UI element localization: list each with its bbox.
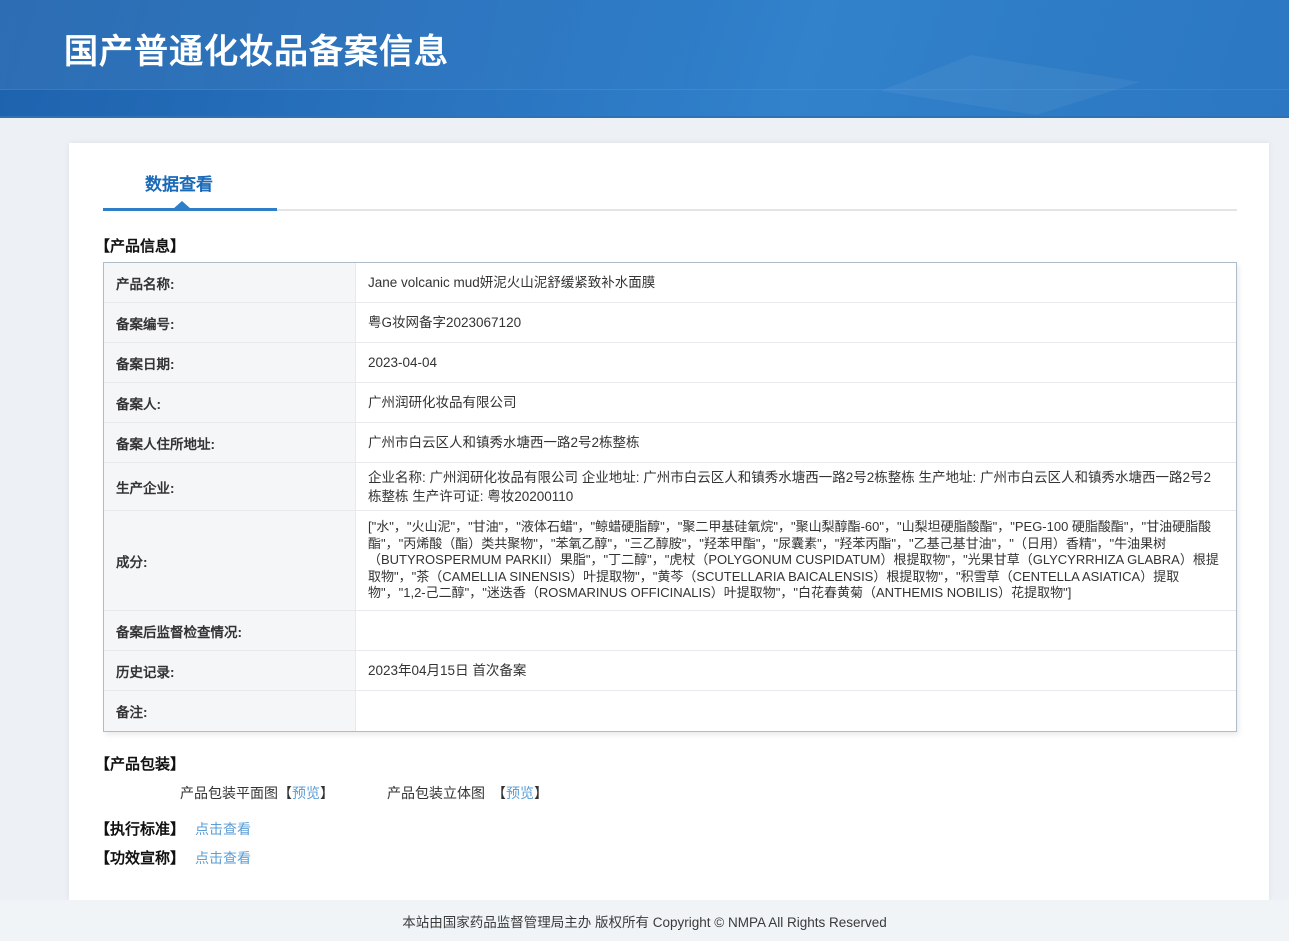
- row-label: 备案编号:: [104, 303, 356, 342]
- packaging-stereo-preview-link[interactable]: 预览: [506, 785, 534, 801]
- bracket-close: 】: [320, 785, 334, 801]
- tab-arrow-icon: [173, 201, 191, 209]
- claims-view-link[interactable]: 点击查看: [195, 850, 251, 866]
- packaging-stereo-label: 产品包装立体图: [387, 785, 485, 801]
- page-title: 国产普通化妆品备案信息: [64, 24, 449, 73]
- table-row: 历史记录: 2023年04月15日 首次备案: [104, 651, 1236, 691]
- section-title-product-info: 【产品信息】: [95, 235, 185, 256]
- content-card: 数据查看 【产品信息】 产品名称: Jane volcanic mud妍泥火山泥…: [69, 143, 1269, 900]
- page: 国产普通化妆品备案信息 数据查看 【产品信息】 产品名称: Jane volca…: [0, 0, 1289, 941]
- row-label: 备案人住所地址:: [104, 423, 356, 462]
- claims-row: 【功效宣称】点击查看: [95, 847, 251, 868]
- section-title-claims: 【功效宣称】: [95, 850, 185, 867]
- row-value: 2023年04月15日 首次备案: [356, 651, 1236, 690]
- section-title-packaging: 【产品包装】: [95, 753, 185, 774]
- packaging-flat-preview-link[interactable]: 预览: [292, 785, 320, 801]
- section-title-standard: 【执行标准】: [95, 821, 185, 838]
- footer-copyright-text: 本站由国家药品监督管理局主办 版权所有 Copyright © NMPA All…: [402, 911, 887, 931]
- row-value: 广州润研化妆品有限公司: [356, 383, 1236, 422]
- tab-data-view[interactable]: 数据查看: [145, 170, 213, 195]
- product-info-table: 产品名称: Jane volcanic mud妍泥火山泥舒缓紧致补水面膜 备案编…: [103, 262, 1237, 732]
- row-value: ["水"，"火山泥"，"甘油"，"液体石蜡"，"鲸蜡硬脂醇"，"聚二甲基硅氧烷"…: [356, 511, 1236, 610]
- table-row: 备案编号: 粤G妆网备字2023067120: [104, 303, 1236, 343]
- bracket-close: 】: [534, 785, 548, 801]
- table-row: 产品名称: Jane volcanic mud妍泥火山泥舒缓紧致补水面膜: [104, 263, 1236, 303]
- table-row: 备案人住所地址: 广州市白云区人和镇秀水塘西一路2号2栋整栋: [104, 423, 1236, 463]
- table-row: 备案后监督检查情况:: [104, 611, 1236, 651]
- row-value: [356, 691, 1236, 731]
- row-label: 备案后监督检查情况:: [104, 611, 356, 650]
- row-value: 广州市白云区人和镇秀水塘西一路2号2栋整栋: [356, 423, 1236, 462]
- table-row: 备注:: [104, 691, 1236, 731]
- row-label: 备注:: [104, 691, 356, 731]
- row-label: 历史记录:: [104, 651, 356, 690]
- row-label: 生产企业:: [104, 463, 356, 510]
- bracket-open: 【: [492, 785, 506, 801]
- row-label: 备案日期:: [104, 343, 356, 382]
- standard-row: 【执行标准】点击查看: [95, 818, 251, 839]
- table-row: 备案人: 广州润研化妆品有限公司: [104, 383, 1236, 423]
- row-value: 粤G妆网备字2023067120: [356, 303, 1236, 342]
- row-value: 2023-04-04: [356, 343, 1236, 382]
- page-header: 国产普通化妆品备案信息: [0, 0, 1289, 118]
- table-row: 成分: ["水"，"火山泥"，"甘油"，"液体石蜡"，"鲸蜡硬脂醇"，"聚二甲基…: [104, 511, 1236, 611]
- row-value: Jane volcanic mud妍泥火山泥舒缓紧致补水面膜: [356, 263, 1236, 302]
- table-row: 生产企业: 企业名称: 广州润研化妆品有限公司 企业地址: 广州市白云区人和镇秀…: [104, 463, 1236, 511]
- packaging-links-row: 产品包装平面图【预览】产品包装立体图【预览】: [180, 783, 548, 803]
- row-label: 成分:: [104, 511, 356, 610]
- row-label: 备案人:: [104, 383, 356, 422]
- table-row: 备案日期: 2023-04-04: [104, 343, 1236, 383]
- row-value: [356, 611, 1236, 650]
- packaging-flat-item: 产品包装平面图【预览】: [180, 783, 334, 803]
- tab-divider-line: [103, 209, 1237, 211]
- standard-view-link[interactable]: 点击查看: [195, 821, 251, 837]
- page-footer: 本站由国家药品监督管理局主办 版权所有 Copyright © NMPA All…: [0, 900, 1289, 941]
- row-label: 产品名称:: [104, 263, 356, 302]
- packaging-stereo-item: 产品包装立体图【预览】: [387, 783, 548, 803]
- row-value: 企业名称: 广州润研化妆品有限公司 企业地址: 广州市白云区人和镇秀水塘西一路2…: [356, 463, 1236, 510]
- bracket-open: 【: [278, 785, 292, 801]
- packaging-flat-label: 产品包装平面图: [180, 785, 278, 801]
